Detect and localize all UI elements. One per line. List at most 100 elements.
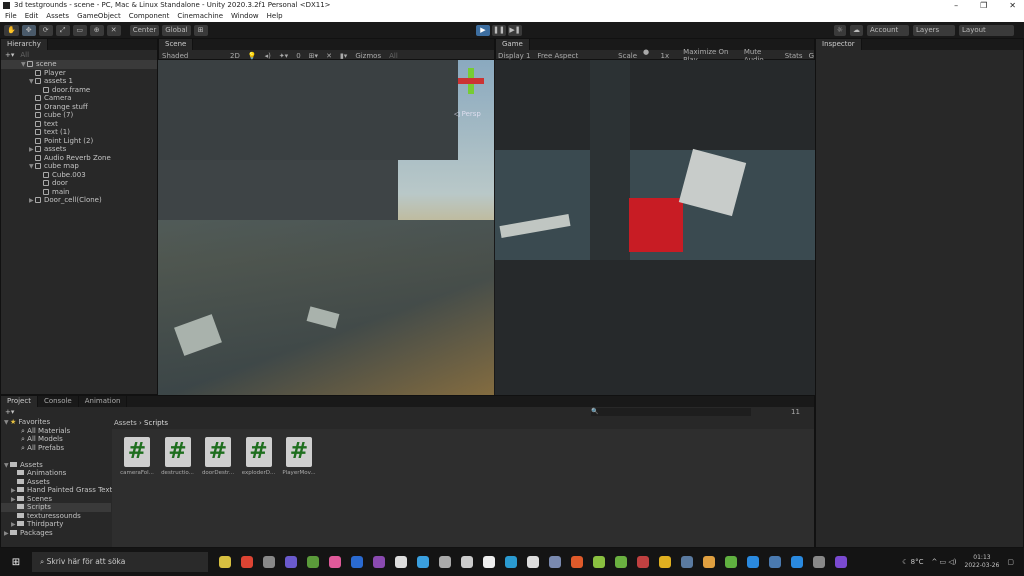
maximize-button[interactable]: ❐ xyxy=(980,0,987,11)
taskbar-app-icon[interactable] xyxy=(307,556,319,568)
hierarchy-item[interactable]: ▶Door_cell(Clone) xyxy=(1,196,157,205)
grid-snap-icon[interactable]: ⊞ xyxy=(194,25,208,36)
shading-dropdown[interactable]: Shaded xyxy=(162,52,222,60)
asset-folder[interactable]: ▶Thirdparty xyxy=(1,520,111,529)
menu-cinemachine[interactable]: Cinemachine xyxy=(177,11,223,22)
assets-folder[interactable]: ▼Assets xyxy=(1,461,111,470)
taskbar-app-icon[interactable] xyxy=(835,556,847,568)
menu-assets[interactable]: Assets xyxy=(46,11,69,22)
cloud-icon[interactable]: ☁ xyxy=(850,25,863,36)
tab-hierarchy[interactable]: Hierarchy xyxy=(1,39,48,50)
hierarchy-item[interactable]: ▼scene xyxy=(1,60,157,69)
script-file-label[interactable]: cameraFol... xyxy=(117,470,157,476)
hierarchy-item[interactable]: ▼cube map xyxy=(1,162,157,171)
asset-folder[interactable]: texturessounds xyxy=(1,512,111,521)
taskbar-app-icon[interactable] xyxy=(373,556,385,568)
hierarchy-item[interactable]: Cube.003 xyxy=(1,171,157,180)
hidden-objects-count[interactable]: 0 xyxy=(296,52,300,60)
csharp-script-icon[interactable]: # xyxy=(246,437,272,467)
collab-icon[interactable]: ☼ xyxy=(834,25,846,36)
scene-viewport[interactable]: ◁ Persp xyxy=(158,60,494,395)
scale-tool-icon[interactable]: ⤢ xyxy=(56,25,70,36)
rotate-tool-icon[interactable]: ⟳ xyxy=(39,25,53,36)
taskbar-app-icon[interactable] xyxy=(483,556,495,568)
hierarchy-item[interactable]: Audio Reverb Zone xyxy=(1,154,157,163)
taskbar-app-icon[interactable] xyxy=(505,556,517,568)
favorites-folder[interactable]: ▼★ Favorites xyxy=(1,418,111,427)
layers-dropdown[interactable]: Layers xyxy=(913,25,955,36)
clock[interactable]: 01:132022-03-26 xyxy=(965,554,1000,570)
taskbar-app-icon[interactable] xyxy=(395,556,407,568)
tray-icons[interactable]: ^ ▭ ◁) xyxy=(931,558,956,566)
taskbar-app-icon[interactable] xyxy=(791,556,803,568)
menu-gameobject[interactable]: GameObject xyxy=(77,11,121,22)
tab-console[interactable]: Console xyxy=(38,396,79,407)
hidden-packages-count[interactable]: 11 xyxy=(791,408,800,416)
transform-tool-icon[interactable]: ⊕ xyxy=(90,25,104,36)
layout-dropdown[interactable]: Layout xyxy=(959,25,1014,36)
breadcrumb-scripts[interactable]: Scripts xyxy=(144,419,168,427)
csharp-script-icon[interactable]: # xyxy=(286,437,312,467)
script-file-label[interactable]: PlayerMov... xyxy=(279,470,319,476)
menu-component[interactable]: Component xyxy=(129,11,170,22)
hierarchy-item[interactable]: Orange stuff xyxy=(1,103,157,112)
persp-label[interactable]: ◁ Persp xyxy=(454,110,481,118)
project-search-input[interactable]: 🔍 xyxy=(591,408,751,416)
taskbar-app-icon[interactable] xyxy=(351,556,363,568)
rect-tool-icon[interactable]: ▭ xyxy=(73,25,87,36)
taskbar-app-icon[interactable] xyxy=(813,556,825,568)
hierarchy-item[interactable]: cube (7) xyxy=(1,111,157,120)
camera-icon[interactable]: ▮▾ xyxy=(340,52,347,60)
taskbar-app-icon[interactable] xyxy=(725,556,737,568)
minimize-button[interactable]: – xyxy=(954,0,958,11)
csharp-script-icon[interactable]: # xyxy=(205,437,231,467)
taskbar-app-icon[interactable] xyxy=(461,556,473,568)
hierarchy-search-input[interactable]: All xyxy=(20,51,29,59)
2d-toggle[interactable]: 2D xyxy=(230,52,240,60)
favorite-item[interactable]: ⌕ All Materials xyxy=(1,427,111,436)
taskbar-app-icon[interactable] xyxy=(637,556,649,568)
hierarchy-item[interactable]: Camera xyxy=(1,94,157,103)
lighting-icon[interactable]: 💡 xyxy=(248,52,257,60)
windows-start-icon[interactable]: ⊞ xyxy=(0,557,32,568)
hierarchy-item[interactable]: Point Light (2) xyxy=(1,137,157,146)
play-button[interactable]: ▶ xyxy=(476,25,490,36)
taskbar-app-icon[interactable] xyxy=(527,556,539,568)
hierarchy-item[interactable]: text xyxy=(1,120,157,129)
taskbar-app-icon[interactable] xyxy=(439,556,451,568)
asset-folder[interactable]: Scripts xyxy=(1,503,111,512)
menu-edit[interactable]: Edit xyxy=(25,11,39,22)
stats-toggle[interactable]: Stats xyxy=(785,52,803,60)
tab-game[interactable]: Game xyxy=(496,39,530,50)
script-file-label[interactable]: destructio... xyxy=(158,470,198,476)
custom-tool-icon[interactable]: ✕ xyxy=(107,25,121,36)
asset-folder[interactable]: ▶Hand Painted Grass Texture xyxy=(1,486,111,495)
step-button[interactable]: ▶❚ xyxy=(508,25,522,36)
favorite-item[interactable]: ⌕ All Models xyxy=(1,435,111,444)
pivot-global-button[interactable]: Global xyxy=(162,25,190,36)
taskbar-app-icon[interactable] xyxy=(659,556,671,568)
asset-folder[interactable]: ▶Scenes xyxy=(1,495,111,504)
weather-icon[interactable]: ☾ 8°C xyxy=(902,558,923,566)
aspect-dropdown[interactable]: Free Aspect xyxy=(537,52,612,60)
taskbar-app-icon[interactable] xyxy=(263,556,275,568)
taskbar-app-icon[interactable] xyxy=(703,556,715,568)
taskbar-app-icon[interactable] xyxy=(241,556,253,568)
notifications-icon[interactable]: ▢ xyxy=(1007,558,1014,566)
taskbar-app-icon[interactable] xyxy=(681,556,693,568)
create-button[interactable]: +▾ xyxy=(5,408,14,416)
asset-folder[interactable]: Assets xyxy=(1,478,111,487)
menu-window[interactable]: Window xyxy=(231,11,259,22)
menu-help[interactable]: Help xyxy=(267,11,283,22)
hierarchy-item[interactable]: door.frame xyxy=(1,86,157,95)
taskbar-app-icon[interactable] xyxy=(615,556,627,568)
tab-animation[interactable]: Animation xyxy=(79,396,128,407)
close-button[interactable]: ✕ xyxy=(1009,0,1016,11)
taskbar-app-icon[interactable] xyxy=(769,556,781,568)
tab-project[interactable]: Project xyxy=(1,396,38,407)
hierarchy-item[interactable]: ▼assets 1 xyxy=(1,77,157,86)
gizmos-dropdown[interactable]: Gizmos xyxy=(355,52,381,60)
pivot-center-button[interactable]: Center xyxy=(130,25,160,36)
effects-icon[interactable]: ✦▾ xyxy=(279,52,288,60)
csharp-script-icon[interactable]: # xyxy=(165,437,191,467)
